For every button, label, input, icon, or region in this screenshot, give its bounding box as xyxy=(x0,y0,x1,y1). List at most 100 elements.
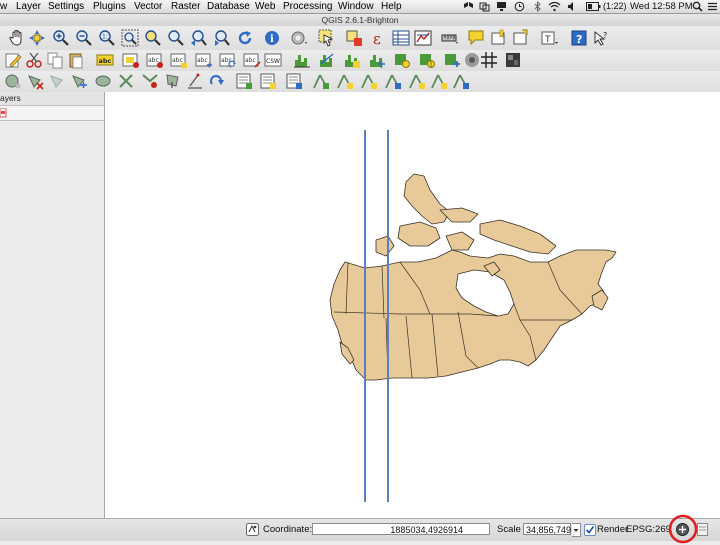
raster-full-icon[interactable] xyxy=(368,51,386,69)
attribute-table-icon[interactable] xyxy=(392,29,410,47)
add-vector-icon[interactable] xyxy=(259,72,277,90)
deselect-icon[interactable] xyxy=(345,29,363,47)
db-icon[interactable] xyxy=(285,72,303,90)
display-icon[interactable] xyxy=(496,1,507,12)
menu-help[interactable]: Help xyxy=(381,0,402,13)
label-pin-icon[interactable] xyxy=(122,51,140,69)
label-icon[interactable]: abc xyxy=(96,51,114,69)
coordinate-toggle-icon[interactable] xyxy=(246,523,259,536)
offset-icon[interactable] xyxy=(94,72,112,90)
zoom-to-selection-icon[interactable] xyxy=(144,29,162,47)
help-icon[interactable]: ? xyxy=(570,29,588,47)
battery-icon[interactable] xyxy=(586,2,601,11)
render-checkbox[interactable] xyxy=(584,524,596,536)
label-move-icon[interactable]: abc xyxy=(195,51,213,69)
remove-layer-icon[interactable] xyxy=(463,51,481,69)
label-rotate-icon[interactable]: abc xyxy=(219,51,237,69)
whats-this-icon[interactable]: ? xyxy=(592,29,610,47)
scale-combobox[interactable]: 34,856,749 xyxy=(523,523,571,535)
coordinate-field[interactable]: 1885034,4926914 xyxy=(312,523,490,535)
time-machine-icon[interactable] xyxy=(514,1,525,12)
zoom-next-icon[interactable] xyxy=(213,29,231,47)
split-icon[interactable] xyxy=(117,72,135,90)
zoom-native-icon[interactable]: 1:1 xyxy=(98,29,116,47)
menu-processing[interactable]: Processing xyxy=(283,0,332,13)
zoom-out-icon[interactable] xyxy=(75,29,93,47)
label-show-icon[interactable]: abc xyxy=(170,51,188,69)
oracle-icon[interactable] xyxy=(384,72,402,90)
layer-row[interactable] xyxy=(0,106,104,121)
volume-icon[interactable] xyxy=(567,1,578,12)
pan-icon[interactable] xyxy=(8,29,26,47)
menu-layer[interactable]: Layer xyxy=(16,0,41,13)
bluetooth-icon[interactable] xyxy=(533,1,542,12)
annotation-icon[interactable] xyxy=(467,29,485,47)
copy-feature-icon[interactable] xyxy=(48,72,66,90)
wifi-icon[interactable] xyxy=(548,1,561,12)
copy-icon[interactable] xyxy=(46,51,64,69)
text-annotation-icon[interactable] xyxy=(512,29,530,47)
label-highlight-icon[interactable]: abc xyxy=(146,51,164,69)
pan-to-selection-icon[interactable] xyxy=(28,29,46,47)
statistics-icon[interactable] xyxy=(414,29,432,47)
delete-feature-icon[interactable] xyxy=(26,72,44,90)
menu-raster[interactable]: Raster xyxy=(171,0,200,13)
digitize-icon[interactable] xyxy=(4,72,22,90)
zoom-to-layer-icon[interactable] xyxy=(167,29,185,47)
zoom-last-icon[interactable] xyxy=(190,29,208,47)
spatialite-icon[interactable] xyxy=(312,72,330,90)
text-label-icon[interactable]: T xyxy=(541,29,559,47)
add-layer-icon[interactable] xyxy=(443,51,461,69)
wms-icon[interactable] xyxy=(408,72,426,90)
identify-icon[interactable]: i xyxy=(263,29,281,47)
add-raster-icon[interactable] xyxy=(235,72,253,90)
mssql-icon[interactable] xyxy=(360,72,378,90)
raster-local-icon[interactable] xyxy=(343,51,361,69)
menu-window[interactable]: Window xyxy=(338,0,374,13)
crs-label[interactable]: EPSG:26910 xyxy=(626,524,672,535)
cut-icon[interactable] xyxy=(25,51,43,69)
edit-pencil-icon[interactable] xyxy=(4,51,22,69)
wcs-icon[interactable] xyxy=(430,72,448,90)
paste-icon[interactable] xyxy=(67,51,85,69)
grid-icon[interactable] xyxy=(480,51,498,69)
expression-icon[interactable]: ε xyxy=(370,29,388,47)
csw-icon[interactable]: CSW xyxy=(264,51,282,69)
search-icon[interactable] xyxy=(692,1,703,12)
menu-view-partial[interactable]: w xyxy=(0,0,7,13)
bookmark-icon[interactable] xyxy=(490,29,508,47)
menu-settings[interactable]: Settings xyxy=(48,0,84,13)
menubar-clock[interactable]: Wed 12:58 PM xyxy=(630,0,693,13)
wfs-icon[interactable] xyxy=(452,72,470,90)
postgis-icon[interactable] xyxy=(336,72,354,90)
rotate-icon[interactable] xyxy=(164,72,182,90)
menu-plugins[interactable]: Plugins xyxy=(93,0,126,13)
merge-icon[interactable] xyxy=(141,72,159,90)
map-canvas[interactable] xyxy=(105,92,720,518)
battery-time: (1:22) xyxy=(603,1,627,11)
zoom-in-icon[interactable] xyxy=(52,29,70,47)
action-icon[interactable] xyxy=(290,29,308,47)
scale-dropdown-button[interactable] xyxy=(572,523,581,537)
dropbox-icon[interactable] xyxy=(463,1,474,12)
menu-web[interactable]: Web xyxy=(255,0,275,13)
raster-histogram-icon[interactable] xyxy=(293,51,311,69)
node-icon[interactable] xyxy=(186,72,204,90)
redo-icon[interactable] xyxy=(208,72,226,90)
messages-icon[interactable] xyxy=(697,523,709,536)
measure-icon[interactable] xyxy=(441,29,459,47)
select-icon[interactable] xyxy=(318,29,336,47)
menu-database[interactable]: Database xyxy=(207,0,250,13)
menu-vector[interactable]: Vector xyxy=(134,0,162,13)
reshape-icon[interactable] xyxy=(70,72,88,90)
label-change-icon[interactable]: abc xyxy=(243,51,261,69)
raster-stretch-icon[interactable] xyxy=(318,51,336,69)
raster-layer-icon[interactable] xyxy=(0,108,7,118)
zoom-full-icon[interactable] xyxy=(121,29,139,47)
raster-contrast-icon[interactable] xyxy=(418,51,436,69)
composer-icon[interactable] xyxy=(504,51,522,69)
raster-brightness-icon[interactable] xyxy=(393,51,411,69)
list-icon[interactable] xyxy=(707,1,718,12)
refresh-icon[interactable] xyxy=(236,29,254,47)
sync-icon[interactable] xyxy=(479,1,490,12)
